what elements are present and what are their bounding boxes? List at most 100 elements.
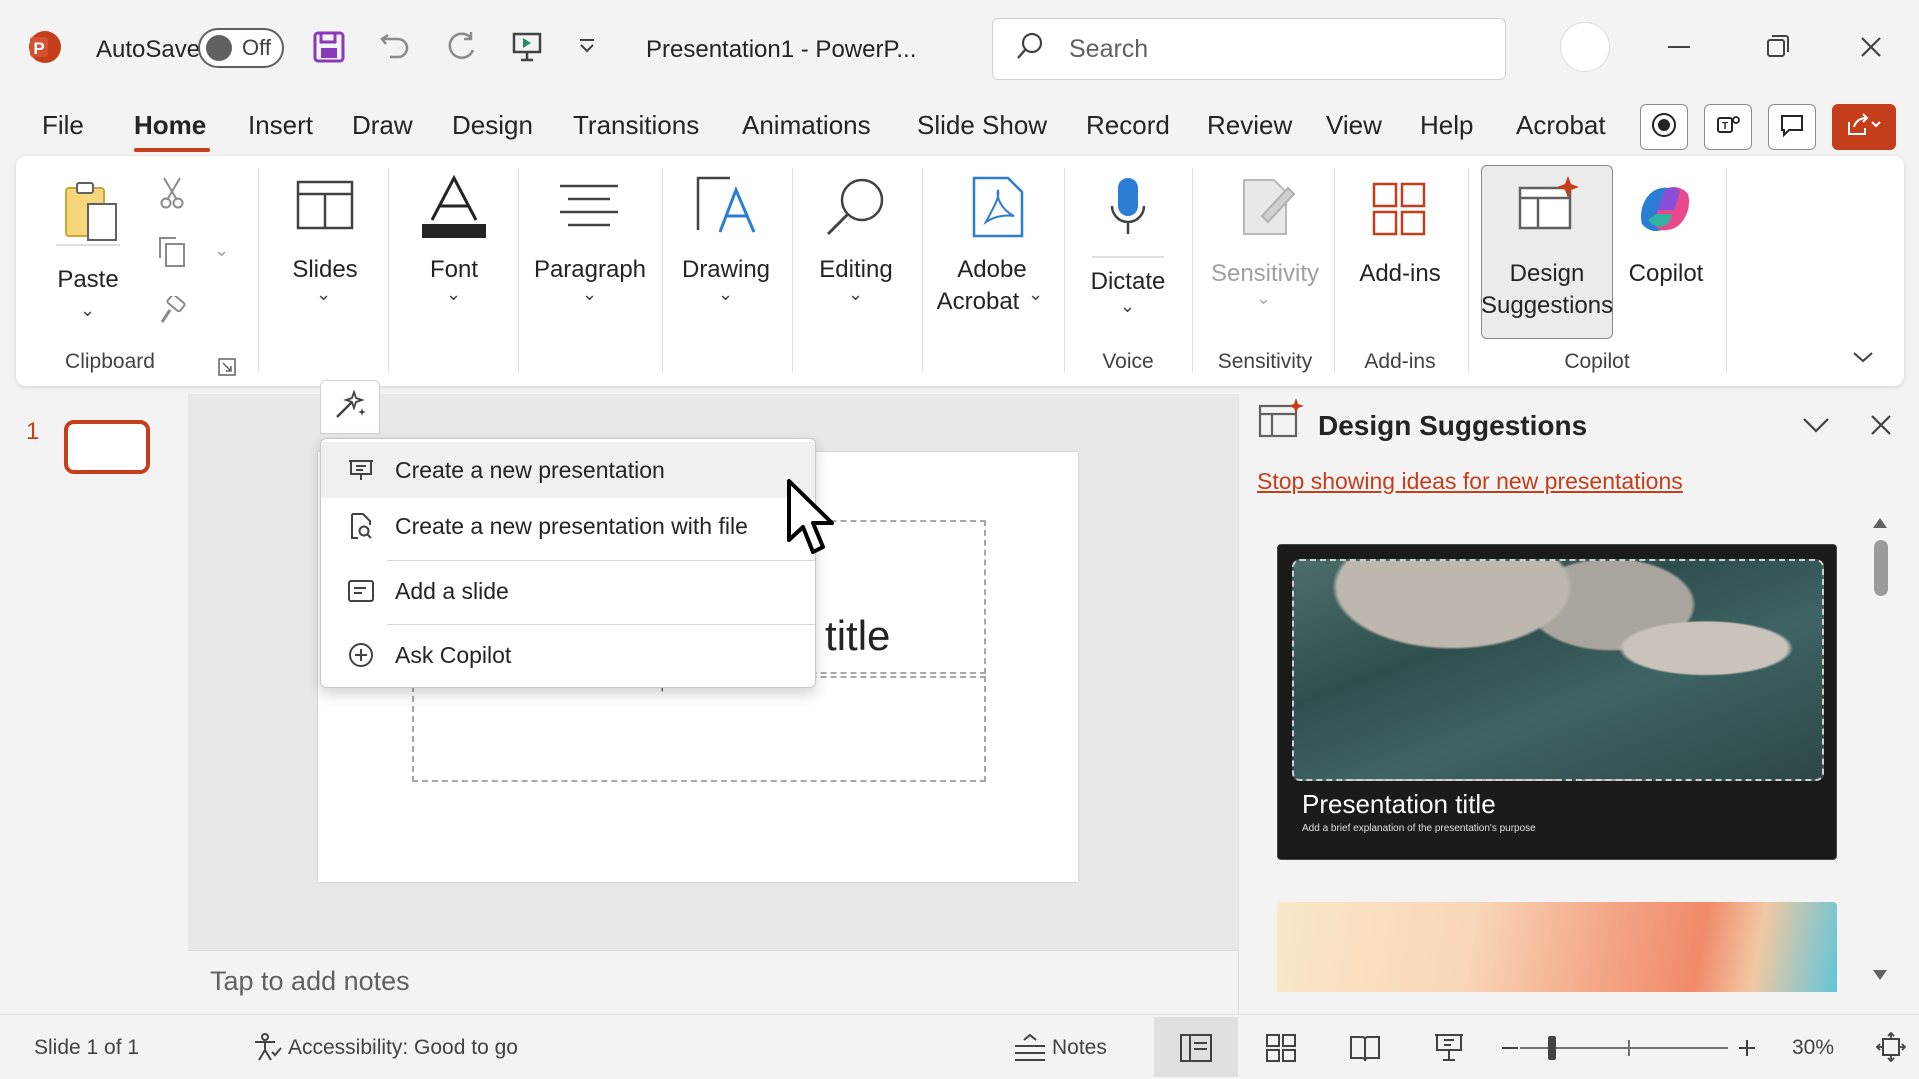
menu-item-create-new-presentation[interactable]: Create a new presentation [321, 442, 815, 498]
paste-icon[interactable] [62, 180, 122, 249]
teams-present-button[interactable]: T [1704, 104, 1752, 150]
slides-icon[interactable] [296, 180, 354, 235]
search-box[interactable]: Search [992, 18, 1506, 80]
drawing-chevron-icon[interactable]: ⌄ [718, 284, 733, 305]
paste-button[interactable]: Paste [40, 264, 136, 296]
menu-item-ask-copilot[interactable]: Ask Copilot [321, 627, 815, 683]
sensitivity-icon[interactable] [1240, 176, 1298, 243]
cut-icon[interactable] [160, 176, 184, 215]
comments-button[interactable] [1768, 104, 1816, 150]
font-button[interactable]: Font [404, 254, 504, 286]
design-suggestions-label-2: Suggestions [1481, 292, 1614, 319]
paragraph-icon[interactable] [558, 184, 620, 233]
adobe-acrobat-label-2[interactable]: Acrobat [930, 286, 1026, 318]
sensitivity-chevron-icon[interactable]: ⌄ [1256, 288, 1271, 309]
share-icon [1846, 112, 1882, 142]
stop-showing-ideas-link[interactable]: Stop showing ideas for new presentations [1257, 468, 1683, 495]
context-menu: Create a new presentation Create a new p… [320, 438, 816, 688]
slide-count: Slide 1 of 1 [34, 1036, 140, 1059]
notes-toggle-icon[interactable] [1014, 1033, 1046, 1067]
design-suggestion-card[interactable] [1277, 902, 1837, 992]
fit-to-window-icon[interactable] [1875, 1031, 1907, 1067]
redo-icon[interactable] [444, 30, 478, 69]
slide-sorter-view-icon[interactable] [1266, 1034, 1296, 1067]
dictate-chevron-icon[interactable]: ⌄ [1120, 296, 1135, 317]
scroll-down-icon[interactable] [1872, 968, 1888, 986]
copilot-button[interactable]: Copilot [1620, 258, 1712, 290]
ribbon-separator [1334, 168, 1335, 372]
paragraph-chevron-icon[interactable]: ⌄ [582, 284, 597, 305]
tab-file[interactable]: File [42, 110, 84, 141]
menu-item-add-slide[interactable]: Add a slide [321, 563, 815, 619]
paragraph-button[interactable]: Paragraph [526, 254, 654, 286]
slide-show-view-icon[interactable] [1434, 1032, 1464, 1067]
collapse-ribbon-icon[interactable] [1852, 350, 1874, 369]
microphone-icon[interactable] [1108, 176, 1148, 245]
slide-suggestions-button[interactable] [320, 380, 380, 434]
drawing-button[interactable]: Drawing [672, 254, 780, 286]
copilot-icon[interactable] [1634, 180, 1696, 243]
scrollbar-thumb[interactable] [1874, 540, 1888, 596]
adobe-acrobat-icon[interactable] [970, 176, 1026, 243]
addins-button[interactable]: Add-ins [1344, 258, 1456, 290]
present-from-start-icon[interactable] [510, 30, 544, 69]
group-label-voice: Voice [1102, 350, 1154, 373]
tab-record[interactable]: Record [1086, 110, 1170, 141]
tab-design[interactable]: Design [452, 110, 533, 141]
undo-icon[interactable] [378, 30, 412, 69]
menu-item-create-new-presentation-with-file[interactable]: Create a new presentation with file [321, 498, 815, 554]
editing-icon[interactable] [824, 176, 888, 241]
zoom-slider-thumb[interactable] [1548, 1036, 1556, 1060]
reading-view-icon[interactable] [1350, 1034, 1380, 1067]
accessibility-icon[interactable] [252, 1032, 282, 1067]
tab-acrobat[interactable]: Acrobat [1516, 110, 1606, 141]
tab-animations[interactable]: Animations [742, 110, 871, 141]
accessibility-status[interactable]: Accessibility: Good to go [288, 1036, 518, 1060]
notes-toggle-button[interactable]: Notes [1052, 1036, 1107, 1060]
account-avatar[interactable] [1560, 22, 1610, 72]
slides-chevron-icon[interactable]: ⌄ [316, 284, 331, 305]
design-suggestion-card[interactable]: Presentation title Add a brief explanati… [1277, 544, 1837, 860]
pane-options-chevron-icon[interactable] [1802, 416, 1830, 439]
clipboard-launcher-icon[interactable] [218, 358, 236, 381]
zoom-out-icon[interactable] [1502, 1047, 1518, 1049]
editing-chevron-icon[interactable]: ⌄ [848, 284, 863, 305]
font-icon[interactable] [420, 174, 488, 245]
slide-thumbnail[interactable] [64, 420, 150, 474]
scroll-up-icon[interactable] [1872, 516, 1888, 534]
save-icon[interactable] [312, 30, 346, 69]
record-icon [1651, 112, 1677, 143]
tab-transitions[interactable]: Transitions [573, 110, 699, 141]
zoom-level[interactable]: 30% [1792, 1036, 1834, 1060]
adobe-acrobat-label-1[interactable]: Adobe [934, 254, 1050, 286]
copy-icon[interactable] [156, 236, 188, 273]
sensitivity-button[interactable]: Sensitivity [1200, 258, 1330, 290]
document-title: Presentation1 - PowerP... [646, 36, 917, 63]
record-button[interactable] [1640, 104, 1688, 150]
format-painter-icon[interactable] [158, 293, 188, 331]
tab-help[interactable]: Help [1420, 110, 1473, 141]
editing-button[interactable]: Editing [806, 254, 906, 286]
dictate-button[interactable]: Dictate [1076, 266, 1180, 298]
close-window-icon[interactable] [1860, 36, 1882, 63]
tab-home[interactable]: Home [134, 110, 206, 141]
drawing-icon[interactable] [694, 174, 758, 241]
tab-view[interactable]: View [1326, 110, 1382, 141]
tab-draw[interactable]: Draw [352, 110, 413, 141]
font-chevron-icon[interactable]: ⌄ [446, 284, 461, 305]
customize-toolbar-icon[interactable] [576, 36, 598, 63]
autosave-toggle[interactable]: Off [198, 28, 284, 68]
share-button[interactable] [1832, 104, 1896, 150]
minimize-icon[interactable] [1668, 46, 1690, 48]
tab-slide-show[interactable]: Slide Show [917, 110, 1047, 141]
adobe-acrobat-chevron-icon[interactable]: ⌄ [1028, 284, 1043, 305]
slides-button[interactable]: Slides [276, 254, 374, 286]
tab-review[interactable]: Review [1207, 110, 1292, 141]
zoom-in-icon[interactable] [1738, 1039, 1756, 1062]
paste-chevron-icon[interactable]: ⌄ [80, 300, 95, 321]
tab-insert[interactable]: Insert [248, 110, 313, 141]
addins-icon[interactable] [1372, 182, 1426, 241]
copy-chevron-icon[interactable]: ⌄ [214, 240, 229, 261]
restore-icon[interactable] [1766, 34, 1790, 63]
close-pane-icon[interactable] [1870, 414, 1892, 441]
